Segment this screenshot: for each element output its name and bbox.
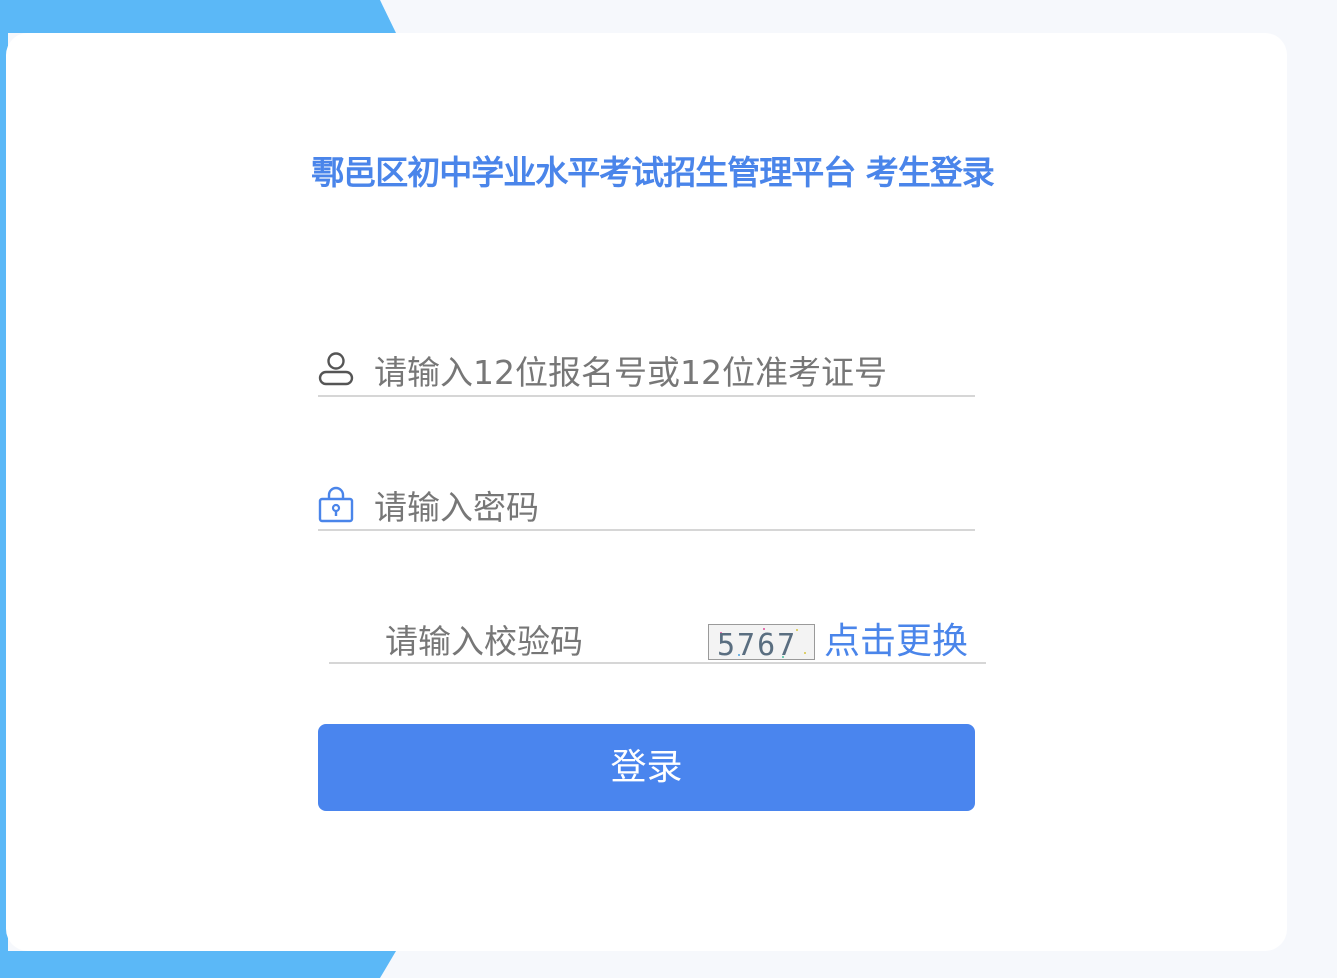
password-input[interactable] xyxy=(374,485,969,529)
captcha-field: 5767 点击更换 xyxy=(329,606,986,664)
login-card: 鄠邑区初中学业水平考试招生管理平台 考生登录 请输入12位报名号或12位准考证号… xyxy=(6,33,1287,951)
user-icon xyxy=(318,350,354,390)
refresh-captcha-link[interactable]: 点击更换 xyxy=(824,620,968,664)
page-title: 鄠邑区初中学业水平考试招生管理平台 考生登录 xyxy=(311,153,995,192)
username-field xyxy=(318,338,975,397)
login-button[interactable]: 登录 xyxy=(318,724,975,811)
password-field xyxy=(318,473,975,531)
lock-icon xyxy=(318,485,354,525)
captcha-text: 5767 xyxy=(717,628,797,660)
captcha-input[interactable] xyxy=(385,619,715,663)
username-input[interactable] xyxy=(374,350,969,394)
captcha-image[interactable]: 5767 xyxy=(708,624,815,660)
